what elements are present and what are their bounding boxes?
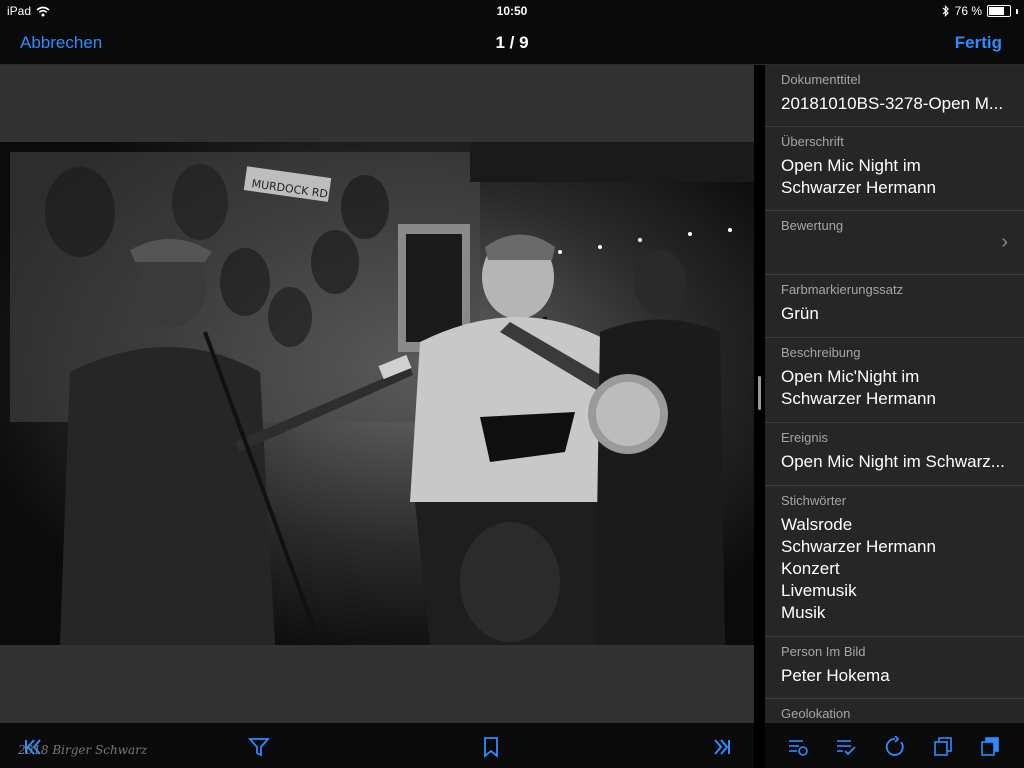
field-document-title[interactable]: Dokumenttitel 20181010BS-3278-Open M... xyxy=(765,65,1024,127)
field-label: Überschrift xyxy=(781,134,844,149)
status-right: 76 % xyxy=(942,4,1018,18)
field-label: Bewertung xyxy=(781,218,844,233)
field-value[interactable]: Open Mic Night im Schwarz... xyxy=(781,451,1009,473)
battery-percent: 76 % xyxy=(954,4,982,18)
field-value-line[interactable]: Open Mic Night im xyxy=(781,155,1009,177)
keyword-item[interactable]: Schwarzer Hermann xyxy=(781,536,1009,558)
copy-icon[interactable] xyxy=(932,736,954,758)
chevron-right-icon[interactable]: › xyxy=(1001,231,1008,254)
last-page-icon[interactable] xyxy=(711,736,733,758)
photo-illustration: MURDOCK RD xyxy=(0,142,754,645)
field-value[interactable]: Peter Hokema xyxy=(781,665,1009,687)
paste-icon[interactable] xyxy=(979,736,1001,758)
metadata-toolbar xyxy=(765,723,1024,768)
field-label: Beschreibung xyxy=(781,345,861,360)
field-color-label-set[interactable]: Farbmarkierungssatz Grün xyxy=(765,275,1024,338)
field-value[interactable]: Grün xyxy=(781,303,1009,325)
concert-photo[interactable]: MURDOCK RD xyxy=(0,142,754,645)
photo-viewer[interactable]: MURDOCK RD xyxy=(0,65,754,723)
field-label: Ereignis xyxy=(781,430,828,445)
battery-icon xyxy=(987,5,1011,17)
field-headline[interactable]: Überschrift Open Mic Night im Schwarzer … xyxy=(765,127,1024,211)
battery-nub xyxy=(1016,8,1018,14)
field-label: Farbmarkierungssatz xyxy=(781,282,904,297)
field-geolocation[interactable]: Geolokation xyxy=(765,699,1024,723)
field-rating[interactable]: Bewertung › xyxy=(765,211,1024,275)
bookmark-icon[interactable] xyxy=(480,736,502,758)
photo-watermark: 2018 Birger Schwarz xyxy=(18,743,148,757)
status-time: 10:50 xyxy=(496,4,528,18)
nav-bar: Abbrechen 1 / 9 Fertig xyxy=(0,22,1024,65)
metadata-settings-icon[interactable] xyxy=(787,736,809,758)
scroll-handle[interactable] xyxy=(758,376,761,410)
field-value-line[interactable]: Schwarzer Hermann xyxy=(781,388,1009,410)
field-label: Person Im Bild xyxy=(781,644,866,659)
field-label: Geolokation xyxy=(781,706,851,721)
filter-icon[interactable] xyxy=(248,736,270,758)
field-description[interactable]: Beschreibung Open Mic'Night im Schwarzer… xyxy=(765,338,1024,423)
keyword-item[interactable]: Livemusik xyxy=(781,580,1009,602)
metadata-panel[interactable]: Dokumenttitel 20181010BS-3278-Open M... … xyxy=(765,65,1024,723)
keyword-item[interactable]: Musik xyxy=(781,602,1009,624)
field-label: Stichwörter xyxy=(781,493,847,508)
field-value[interactable]: 20181010BS-3278-Open M... xyxy=(781,93,1009,115)
field-label: Dokumenttitel xyxy=(781,72,861,87)
done-button[interactable]: Fertig xyxy=(955,33,1002,53)
battery-level xyxy=(989,7,1004,15)
keyword-item[interactable]: Walsrode xyxy=(781,514,1009,536)
field-person[interactable]: Person Im Bild Peter Hokema xyxy=(765,637,1024,699)
split-divider[interactable] xyxy=(754,65,765,768)
status-bar: iPad 10:50 76 % xyxy=(0,0,1024,22)
field-value-line[interactable]: Open Mic'Night im xyxy=(781,366,1009,388)
field-value-line[interactable]: Schwarzer Hermann xyxy=(781,177,1009,199)
checklist-icon[interactable] xyxy=(835,736,857,758)
page-counter: 1 / 9 xyxy=(495,33,529,52)
field-keywords[interactable]: Stichwörter Walsrode Schwarzer Hermann K… xyxy=(765,486,1024,637)
keyword-item[interactable]: Konzert xyxy=(781,558,1009,580)
field-event[interactable]: Ereignis Open Mic Night im Schwarz... xyxy=(765,423,1024,486)
bluetooth-icon xyxy=(942,5,949,17)
rotate-icon[interactable] xyxy=(884,736,906,758)
